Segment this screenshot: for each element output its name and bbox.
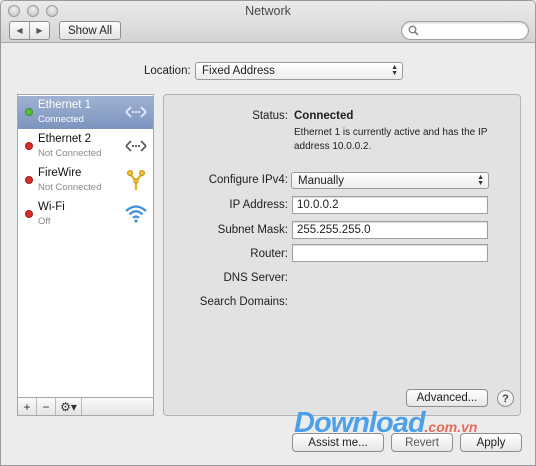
status-dot-icon bbox=[25, 210, 33, 218]
service-status: Not Connected bbox=[38, 148, 102, 159]
search-field[interactable] bbox=[401, 21, 529, 40]
popup-arrows-icon: ▲ ▼ bbox=[477, 174, 484, 187]
title-bar: Network ◀ ▶ Show All bbox=[1, 1, 535, 43]
service-name: Ethernet 1 bbox=[38, 99, 92, 111]
service-status: Off bbox=[38, 216, 51, 227]
search-domains-label: Search Domains: bbox=[199, 296, 288, 308]
advanced-button[interactable]: Advanced... bbox=[406, 389, 488, 407]
service-status: Connected bbox=[38, 114, 84, 125]
service-list: Ethernet 1 Connected Ethernet 2 Not Conn… bbox=[17, 94, 154, 398]
firewire-icon bbox=[127, 170, 145, 190]
window-title: Network bbox=[245, 4, 291, 18]
apply-button[interactable]: Apply bbox=[460, 433, 522, 452]
detail-panel: Status: Connected Ethernet 1 is currentl… bbox=[163, 94, 521, 416]
service-item-ethernet-2[interactable]: Ethernet 2 Not Connected bbox=[18, 130, 153, 163]
status-dot-icon bbox=[25, 176, 33, 184]
service-name: FireWire bbox=[38, 167, 82, 179]
status-value: Connected bbox=[294, 110, 354, 122]
assist-me-button[interactable]: Assist me... bbox=[292, 433, 384, 452]
service-status: Not Connected bbox=[38, 182, 102, 193]
service-item-firewire[interactable]: FireWire Not Connected bbox=[18, 164, 153, 197]
status-dot-icon bbox=[25, 142, 33, 150]
ip-address-label: IP Address: bbox=[229, 199, 288, 211]
subnet-mask-field[interactable]: 255.255.255.0 bbox=[292, 221, 488, 239]
add-service-button[interactable]: + bbox=[18, 398, 37, 415]
search-icon bbox=[408, 25, 419, 36]
location-popup[interactable]: Fixed Address ▲ ▼ bbox=[195, 62, 403, 80]
help-button[interactable]: ? bbox=[497, 390, 514, 407]
location-label: Location: bbox=[144, 65, 191, 77]
service-item-ethernet-1[interactable]: Ethernet 1 Connected bbox=[18, 96, 153, 129]
wifi-icon bbox=[125, 205, 147, 223]
ethernet-icon bbox=[125, 106, 147, 118]
configure-ipv4-value: Manually bbox=[298, 174, 345, 187]
service-name: Ethernet 2 bbox=[38, 133, 92, 145]
dns-server-label: DNS Server: bbox=[223, 272, 288, 284]
network-preferences-window: Network ◀ ▶ Show All Location: Fixed Add… bbox=[0, 0, 536, 466]
ethernet-icon bbox=[125, 140, 147, 152]
router-field[interactable] bbox=[292, 244, 488, 262]
configure-ipv4-popup[interactable]: Manually ▲ ▼ bbox=[291, 172, 489, 189]
router-label: Router: bbox=[250, 248, 288, 260]
remove-service-button[interactable]: − bbox=[37, 398, 56, 415]
show-all-button[interactable]: Show All bbox=[59, 21, 121, 40]
back-forward-control: ◀ ▶ bbox=[9, 21, 50, 40]
location-value: Fixed Address bbox=[202, 65, 275, 77]
gear-menu-button[interactable]: ⚙▾ bbox=[56, 398, 82, 415]
service-list-toolbar: + − ⚙▾ bbox=[17, 398, 154, 416]
service-item-wifi[interactable]: Wi-Fi Off bbox=[18, 198, 153, 231]
status-description: Ethernet 1 is currently active and has t… bbox=[294, 127, 488, 152]
service-name: Wi-Fi bbox=[38, 201, 65, 213]
revert-button[interactable]: Revert bbox=[391, 433, 453, 452]
back-button[interactable]: ◀ bbox=[10, 22, 30, 39]
subnet-mask-label: Subnet Mask: bbox=[217, 224, 288, 236]
ip-address-field[interactable]: 10.0.0.2 bbox=[292, 196, 488, 214]
status-dot-icon bbox=[25, 108, 33, 116]
status-label: Status: bbox=[252, 110, 288, 122]
forward-button[interactable]: ▶ bbox=[30, 22, 49, 39]
popup-arrows-icon: ▲ ▼ bbox=[391, 64, 398, 77]
configure-ipv4-label: Configure IPv4: bbox=[208, 174, 288, 186]
